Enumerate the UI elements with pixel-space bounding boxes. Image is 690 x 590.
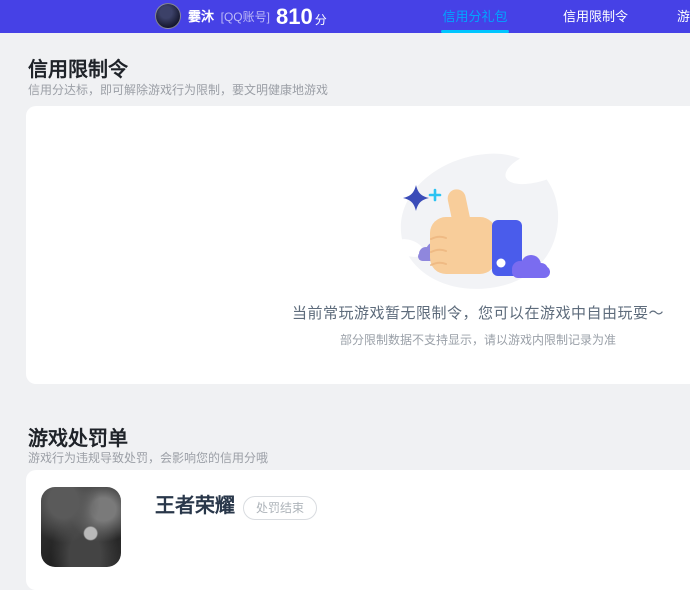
punishment-list-row[interactable] [26,470,690,590]
active-tab-underline [441,30,509,33]
thumbs-up-illustration [394,147,570,289]
account-type-label: [QQ账号] [220,10,270,24]
punishment-section-subtitle: 游戏行为违规导致处罚，会影响您的信用分哦 [28,451,269,465]
game-title: 王者荣耀 [155,495,235,517]
restriction-section-title: 信用限制令 [28,59,128,81]
empty-state-note: 部分限制数据不支持显示，请以游戏内限制记录为准 [339,333,616,347]
username-text: 霎沐 [188,9,215,24]
restriction-section-subtitle: 信用分达标，即可解除游戏行为限制，要文明健康地游戏 [28,83,329,97]
credit-score-value: 810 [276,4,313,29]
avatar[interactable] [155,3,181,29]
tab-credit-gift[interactable]: 信用分礼包 [441,0,509,33]
tab-credit-restriction[interactable]: 信用限制令 [563,0,628,33]
punishment-section-title: 游戏处罚单 [28,428,128,450]
credit-score: 810 分 [276,0,327,33]
empty-state-message: 当前常玩游戏暂无限制令，您可以在游戏中自由玩耍～ [291,305,664,322]
header-bar: 霎沐 [QQ账号] 810 分 信用分礼包 信用限制令 游 [0,0,690,33]
credit-score-unit: 分 [314,13,327,27]
game-thumbnail [41,487,121,567]
tab-game-punishment[interactable]: 游 [677,0,690,33]
status-badge: 处罚结束 [243,496,318,520]
username: 霎沐 [QQ账号] [188,0,270,33]
